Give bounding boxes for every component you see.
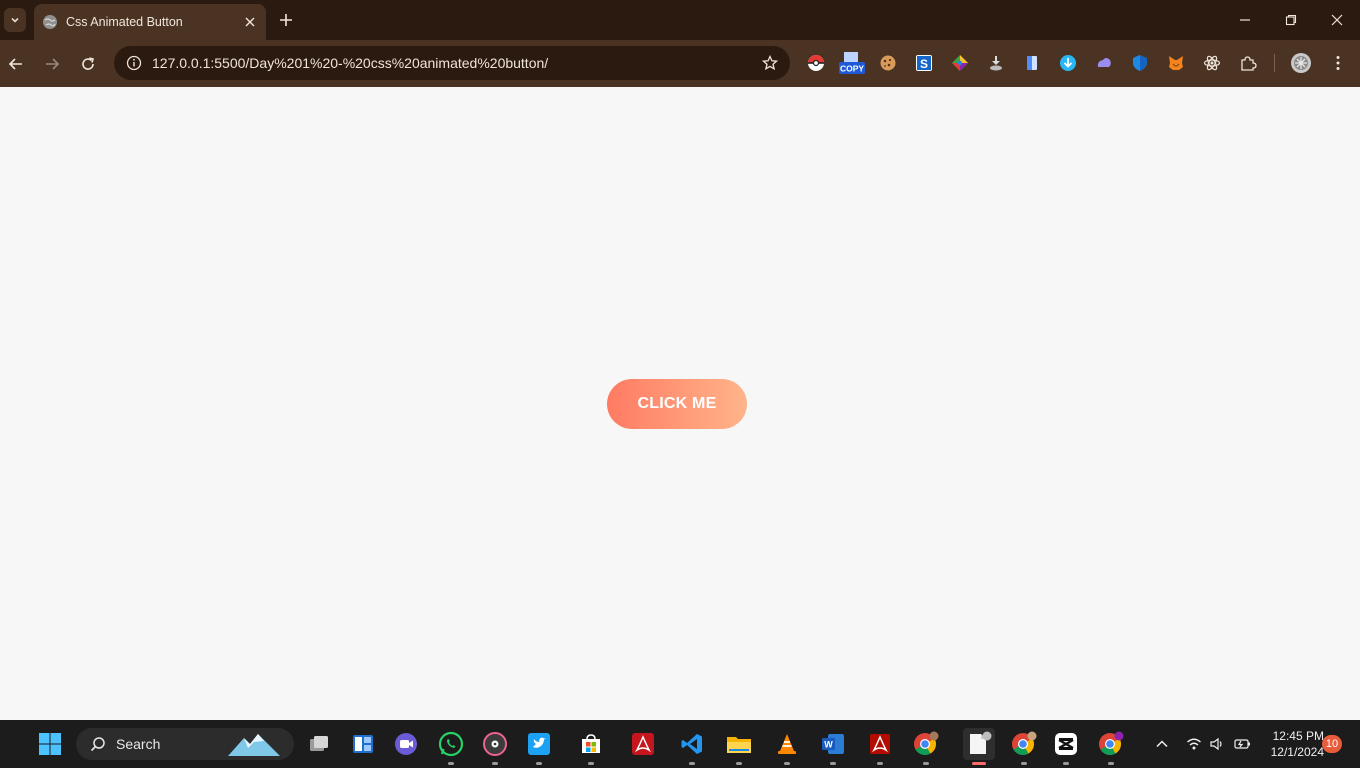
back-arrow-icon <box>8 58 22 70</box>
puzzle-extensions-icon[interactable] <box>1237 52 1259 74</box>
active-indicator <box>972 762 986 765</box>
volume-icon[interactable] <box>1207 734 1227 754</box>
meet-app-icon[interactable] <box>390 728 422 760</box>
running-indicator <box>448 762 454 765</box>
vscode-icon[interactable] <box>676 728 708 765</box>
acrobat-icon[interactable] <box>627 728 659 760</box>
address-bar[interactable]: 127.0.0.1:5500/Day%201%20-%20css%20anima… <box>114 46 790 80</box>
plus-icon <box>280 14 292 26</box>
microsoft-store-icon[interactable] <box>575 728 607 765</box>
tab-title: Css Animated Button <box>66 15 183 29</box>
react-devtools-icon[interactable] <box>1201 52 1223 74</box>
download-helper-icon[interactable] <box>985 52 1007 74</box>
file-explorer-icon[interactable] <box>723 728 755 765</box>
task-view-button[interactable] <box>303 728 335 760</box>
pdf-reader-icon[interactable] <box>864 728 896 765</box>
chrome-profile-2-icon[interactable] <box>1008 728 1040 765</box>
click-me-button[interactable]: CLICK ME <box>607 379 747 429</box>
globe-icon <box>42 14 58 30</box>
widgets-icon <box>353 735 373 753</box>
taskbar-search[interactable]: Search <box>76 728 294 760</box>
running-indicator <box>830 762 836 765</box>
running-indicator <box>736 762 742 765</box>
running-indicator <box>1108 762 1114 765</box>
notification-badge[interactable]: 10 <box>1322 735 1342 753</box>
profile-avatar[interactable] <box>1290 52 1312 74</box>
forward-arrow-icon <box>46 58 60 70</box>
running-indicator <box>588 762 594 765</box>
close-window-button[interactable] <box>1325 8 1349 32</box>
new-tab-button[interactable] <box>276 10 296 30</box>
task-view-icon <box>310 736 328 751</box>
chevron-up-icon <box>1156 740 1168 748</box>
tab-strip: Css Animated Button <box>0 0 1360 40</box>
tab-search-button[interactable] <box>4 8 26 32</box>
copy-extension-icon[interactable]: COPY <box>838 52 866 74</box>
minimize-button[interactable] <box>1233 8 1257 32</box>
kebab-menu-icon <box>1336 56 1340 70</box>
color-wheel-icon[interactable] <box>949 52 971 74</box>
svg-text:W: W <box>824 740 833 750</box>
running-indicator <box>1021 762 1027 765</box>
chrome-profile-3-icon[interactable] <box>1095 728 1127 765</box>
wifi-icon[interactable] <box>1184 734 1204 754</box>
running-indicator <box>1063 762 1069 765</box>
whatsapp-icon[interactable] <box>435 728 467 765</box>
show-hidden-icons-button[interactable] <box>1152 734 1172 754</box>
cloud-icon[interactable] <box>1093 52 1115 74</box>
shield-icon[interactable] <box>1129 52 1151 74</box>
browser-menu-button[interactable] <box>1327 52 1349 74</box>
taskbar-clock[interactable]: 12:45 PM 12/1/2024 <box>1258 728 1324 760</box>
svg-text:S: S <box>920 57 928 71</box>
start-button[interactable] <box>34 728 66 760</box>
running-indicator <box>689 762 695 765</box>
chevron-down-icon <box>11 17 19 23</box>
battery-icon[interactable] <box>1232 734 1252 754</box>
docs-icon[interactable] <box>1021 52 1043 74</box>
pokeball-icon[interactable] <box>805 52 827 74</box>
running-indicator <box>923 762 929 765</box>
reload-button[interactable] <box>76 52 100 76</box>
close-icon <box>1331 14 1343 26</box>
download-arrow-icon[interactable] <box>1057 52 1079 74</box>
bookmark-star-icon[interactable] <box>760 53 780 73</box>
cookie-icon[interactable] <box>877 52 899 74</box>
widgets-button[interactable] <box>347 728 379 760</box>
windows-logo-icon <box>39 733 61 755</box>
reload-icon <box>82 57 94 70</box>
metamask-fox-icon[interactable] <box>1165 52 1187 74</box>
clock-time: 12:45 PM <box>1272 729 1324 743</box>
close-tab-icon[interactable] <box>242 14 258 30</box>
s-extension-icon[interactable]: S <box>913 52 935 74</box>
notepad-active-app-icon[interactable] <box>963 728 995 765</box>
search-label: Search <box>116 736 161 752</box>
browser-toolbar: 127.0.0.1:5500/Day%201%20-%20css%20anima… <box>0 40 1360 87</box>
running-indicator <box>877 762 883 765</box>
active-tab[interactable]: Css Animated Button <box>34 4 266 40</box>
twitter-icon[interactable] <box>523 728 555 765</box>
minimize-icon <box>1240 19 1250 21</box>
mountain-search-highlight-icon <box>228 734 280 756</box>
capcut-icon[interactable] <box>1050 728 1082 765</box>
restore-icon <box>1285 14 1297 26</box>
back-button[interactable] <box>4 52 28 76</box>
running-indicator <box>492 762 498 765</box>
vlc-icon[interactable] <box>771 728 803 765</box>
clock-date: 12/1/2024 <box>1270 745 1324 759</box>
forward-button[interactable] <box>40 52 64 76</box>
word-icon[interactable]: W <box>817 728 849 765</box>
site-info-icon[interactable] <box>124 53 144 73</box>
page-viewport: CLICK ME <box>0 87 1360 720</box>
running-indicator <box>536 762 542 765</box>
music-player-icon[interactable] <box>479 728 511 765</box>
windows-taskbar: Search W 12:45 PM 12/1/2024 10 <box>0 720 1360 768</box>
running-indicator <box>784 762 790 765</box>
toolbar-divider <box>1274 54 1275 72</box>
url-text[interactable]: 127.0.0.1:5500/Day%201%20-%20css%20anima… <box>152 55 760 71</box>
copy-label: COPY <box>840 64 864 74</box>
search-icon <box>88 734 108 754</box>
chrome-profile-1-icon[interactable] <box>910 728 942 765</box>
restore-button[interactable] <box>1279 8 1303 32</box>
